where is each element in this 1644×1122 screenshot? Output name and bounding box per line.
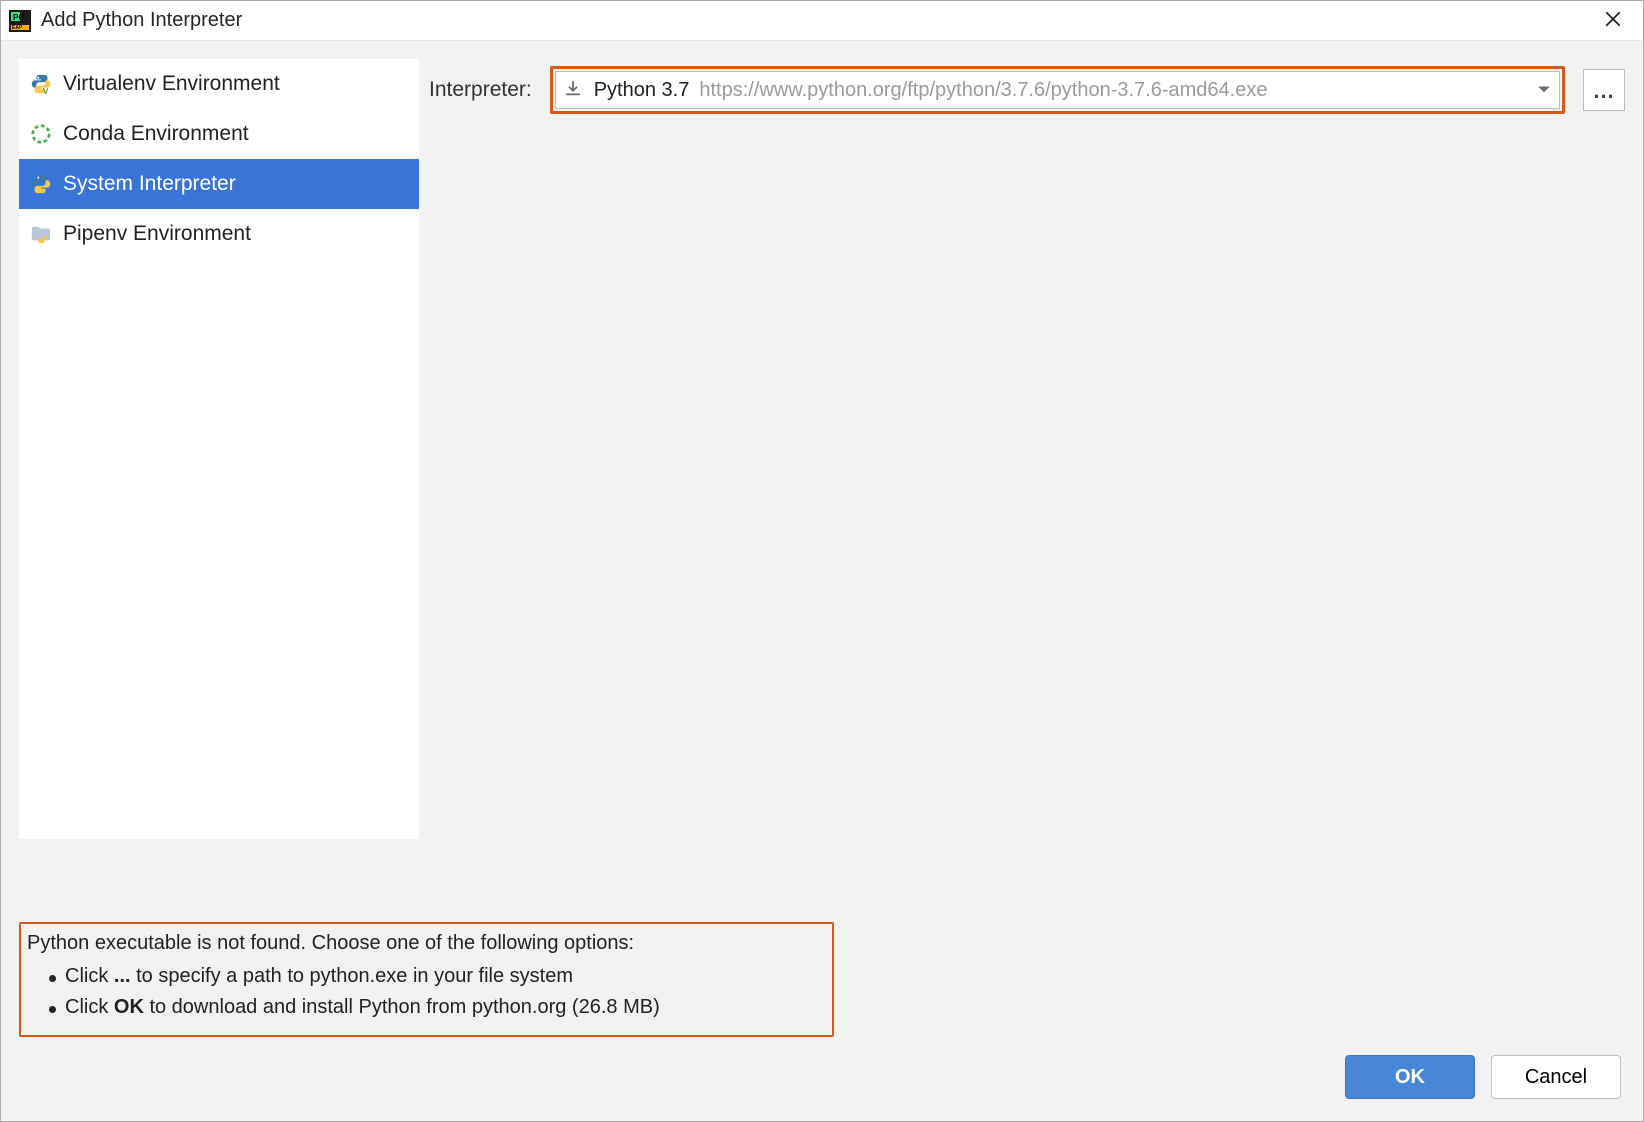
dropdown-selected-name: Python 3.7 (594, 79, 690, 102)
text: Click (65, 965, 114, 987)
text: Click (65, 996, 114, 1018)
right-panel: Interpreter: Python 3.7 https://www.pyth… (429, 59, 1625, 912)
browse-button[interactable]: ... (1583, 69, 1625, 111)
env-type-sidebar: V Virtualenv Environment Conda Environme… (19, 59, 419, 839)
dialog-window: PC EAP Add Python Interpreter (0, 0, 1644, 1122)
dialog-body: V Virtualenv Environment Conda Environme… (1, 41, 1643, 1121)
pycharm-app-icon: PC EAP (9, 10, 31, 32)
hint-box: Python executable is not found. Choose o… (19, 922, 834, 1037)
ok-button[interactable]: OK (1345, 1055, 1475, 1099)
hint-item-download: Click OK to download and install Python … (49, 992, 822, 1023)
text-bold: OK (114, 996, 144, 1018)
python-icon (29, 172, 53, 196)
window-title: Add Python Interpreter (41, 9, 1595, 32)
text: to download and install Python from pyth… (144, 996, 660, 1018)
conda-icon (29, 122, 53, 146)
svg-text:V: V (43, 87, 49, 95)
interpreter-field-row: Interpreter: Python 3.7 https://www.pyth… (429, 59, 1625, 115)
cancel-button[interactable]: Cancel (1491, 1055, 1621, 1099)
close-icon[interactable] (1595, 9, 1631, 33)
title-bar: PC EAP Add Python Interpreter (1, 1, 1643, 41)
text: to specify a path to python.exe in your … (131, 965, 573, 987)
sidebar-item-virtualenv[interactable]: V Virtualenv Environment (19, 59, 419, 109)
svg-text:PC: PC (13, 13, 24, 22)
python-icon: V (29, 72, 53, 96)
sidebar-item-label: Pipenv Environment (63, 222, 251, 246)
svg-text:EAP: EAP (12, 25, 23, 31)
hint-item-browse: Click ... to specify a path to python.ex… (49, 961, 822, 992)
chevron-down-icon (1537, 82, 1551, 98)
sidebar-item-system[interactable]: System Interpreter (19, 159, 419, 209)
sidebar-item-label: Conda Environment (63, 122, 249, 146)
sidebar-item-label: Virtualenv Environment (63, 72, 280, 96)
text-bold: ... (114, 965, 131, 987)
hint-title: Python executable is not found. Choose o… (27, 932, 822, 955)
ellipsis-icon: ... (1593, 85, 1614, 96)
dropdown-selected-url: https://www.python.org/ftp/python/3.7.6/… (699, 79, 1527, 102)
interpreter-label: Interpreter: (429, 78, 532, 102)
main-row: V Virtualenv Environment Conda Environme… (19, 59, 1625, 912)
dialog-footer: OK Cancel (19, 1037, 1625, 1103)
folder-icon (29, 222, 53, 246)
sidebar-item-label: System Interpreter (63, 172, 236, 196)
interpreter-dropdown-highlight: Python 3.7 https://www.python.org/ftp/py… (550, 66, 1565, 114)
interpreter-dropdown[interactable]: Python 3.7 https://www.python.org/ftp/py… (555, 71, 1560, 109)
download-icon (564, 80, 584, 100)
sidebar-item-conda[interactable]: Conda Environment (19, 109, 419, 159)
sidebar-item-pipenv[interactable]: Pipenv Environment (19, 209, 419, 259)
hint-list: Click ... to specify a path to python.ex… (27, 961, 822, 1023)
